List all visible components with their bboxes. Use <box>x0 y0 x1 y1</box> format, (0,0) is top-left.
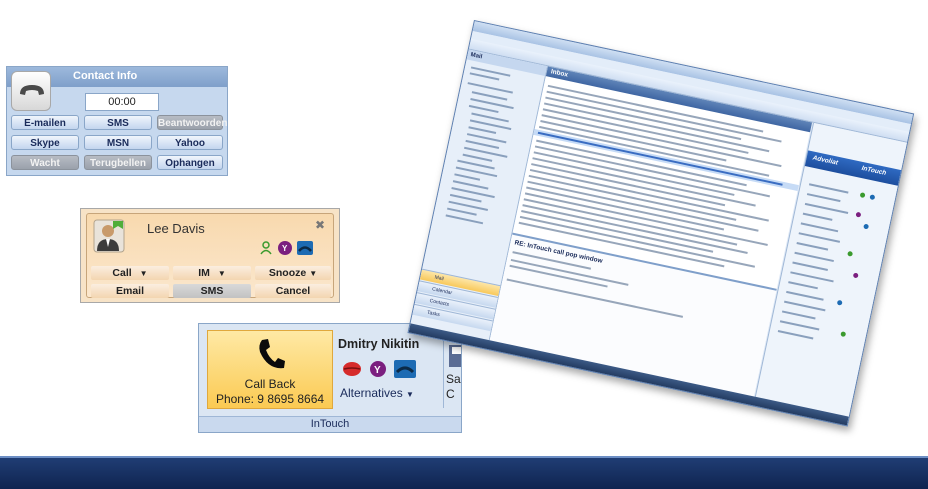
user-presence-icon <box>260 241 272 255</box>
contact-item[interactable] <box>781 310 816 320</box>
call-back-label: Call Back <box>244 377 296 391</box>
contact-item[interactable] <box>794 251 834 263</box>
contact-item[interactable] <box>798 232 841 243</box>
contact-item[interactable] <box>804 202 849 214</box>
contact-item[interactable] <box>796 241 829 251</box>
presence-icon <box>859 192 866 199</box>
footer-band <box>0 458 928 489</box>
im-dropdown-button[interactable]: IM ▼ <box>173 266 251 280</box>
email-button[interactable]: E-mailen <box>11 115 79 130</box>
phone-icon <box>394 360 416 378</box>
folder-item[interactable] <box>462 153 493 162</box>
hold-button[interactable]: Wacht <box>11 155 79 170</box>
contact-item[interactable] <box>784 300 826 312</box>
intouch-ribbon: Call Back Phone: 9 8695 8664 Dmitry Niki… <box>198 323 462 433</box>
contact-item[interactable] <box>808 183 849 194</box>
contact-item[interactable] <box>779 320 820 331</box>
chevron-down-icon: ▼ <box>406 390 414 399</box>
yahoo-icon <box>855 211 862 218</box>
contact-info-panel: Contact Info 00:00 E-mailen SMS Beantwoo… <box>6 66 228 176</box>
sms-button[interactable]: SMS <box>173 284 251 298</box>
snooze-label: Snooze <box>268 267 307 279</box>
contact-item[interactable] <box>790 271 834 283</box>
cancel-button[interactable]: Cancel <box>255 284 331 298</box>
call-back-button[interactable]: Terugbellen <box>84 155 152 170</box>
yahoo-icon <box>852 272 859 279</box>
call-dropdown-button[interactable]: Call ▼ <box>91 266 169 280</box>
phone-number: Phone: 9 8695 8664 <box>215 392 325 406</box>
chevron-down-icon: ▼ <box>309 269 318 278</box>
contact-item[interactable] <box>806 193 841 203</box>
folder-item[interactable] <box>447 207 477 216</box>
brand-left: Advoliat <box>811 154 839 167</box>
folder-item[interactable] <box>468 126 497 135</box>
call-popup-panel: Lee Davis ✖ Y Call ▼ IM ▼ Snooze ▼ Email… <box>80 208 340 303</box>
call-timer: 00:00 <box>85 93 159 111</box>
alternatives-dropdown[interactable]: Alternatives ▼ <box>340 386 414 400</box>
clipped-button-label[interactable]: Sa C <box>446 372 461 402</box>
reply-button[interactable]: Beantwoorden <box>157 115 227 130</box>
phone-icon <box>869 194 876 201</box>
message-list: Inbox RE: InTouch call pop window <box>489 66 813 399</box>
phone-icon <box>297 241 313 255</box>
clipped-label-1: Sa <box>446 372 461 386</box>
hang-up-button[interactable]: Ophangen <box>157 155 223 170</box>
contact-item[interactable] <box>792 261 828 271</box>
close-icon[interactable]: ✖ <box>313 218 327 232</box>
contact-name: Dmitry Nikitin <box>338 337 420 351</box>
sms-button[interactable]: SMS <box>84 115 152 130</box>
ribbon-separator <box>443 330 444 408</box>
email-button[interactable]: Email <box>91 284 169 298</box>
avatar <box>93 217 125 253</box>
call-back-button[interactable]: Call Back Phone: 9 8695 8664 <box>207 330 333 409</box>
contact-item[interactable] <box>786 290 824 301</box>
presence-icons: Y <box>259 240 325 256</box>
phone-icon <box>863 223 870 230</box>
yahoo-icon: Y <box>278 241 292 255</box>
svg-text:Y: Y <box>374 365 381 376</box>
caller-name: Lee Davis <box>147 221 205 236</box>
msn-button[interactable]: MSN <box>84 135 152 150</box>
phone-icon <box>836 299 843 306</box>
folder-item[interactable] <box>468 104 499 114</box>
lips-icon <box>343 362 361 376</box>
contact-info-title: Contact Info <box>73 70 138 82</box>
yahoo-icon: Y <box>370 361 386 377</box>
snooze-dropdown-button[interactable]: Snooze ▼ <box>255 266 331 280</box>
folder-item[interactable] <box>445 214 484 225</box>
outlook-window: Mail Mail Calendar Contacts Tasks Inbox … <box>407 20 915 427</box>
folder-item[interactable] <box>454 173 481 181</box>
call-label: Call <box>112 267 132 279</box>
ribbon-group-label: InTouch <box>199 416 461 432</box>
skype-button[interactable]: Skype <box>11 135 79 150</box>
yahoo-button[interactable]: Yahoo <box>157 135 223 150</box>
chevron-down-icon: ▼ <box>217 269 226 278</box>
contact-method-icons[interactable]: Y <box>340 358 424 380</box>
contact-item[interactable] <box>777 330 814 340</box>
call-popup-inner: Lee Davis ✖ Y Call ▼ IM ▼ Snooze ▼ Email… <box>86 213 334 298</box>
phone-handset-icon[interactable] <box>11 71 51 111</box>
contact-item[interactable] <box>788 281 818 290</box>
svg-text:Y: Y <box>282 244 288 253</box>
im-label: IM <box>198 267 210 279</box>
brand-right: InTouch <box>860 164 887 177</box>
chevron-down-icon: ▼ <box>139 269 148 278</box>
presence-icon <box>847 250 854 257</box>
phone-handset-icon <box>259 339 285 369</box>
intouch-sidebar-header: Advoliat InTouch <box>804 150 905 187</box>
alternatives-label: Alternatives <box>340 386 403 400</box>
clipped-label-2: C <box>446 387 455 401</box>
contact-item[interactable] <box>800 222 839 233</box>
presence-icon <box>840 331 847 338</box>
save-icon <box>449 345 461 367</box>
contact-item[interactable] <box>802 212 833 221</box>
outlook-frame: Mail Mail Calendar Contacts Tasks Inbox … <box>407 20 915 427</box>
